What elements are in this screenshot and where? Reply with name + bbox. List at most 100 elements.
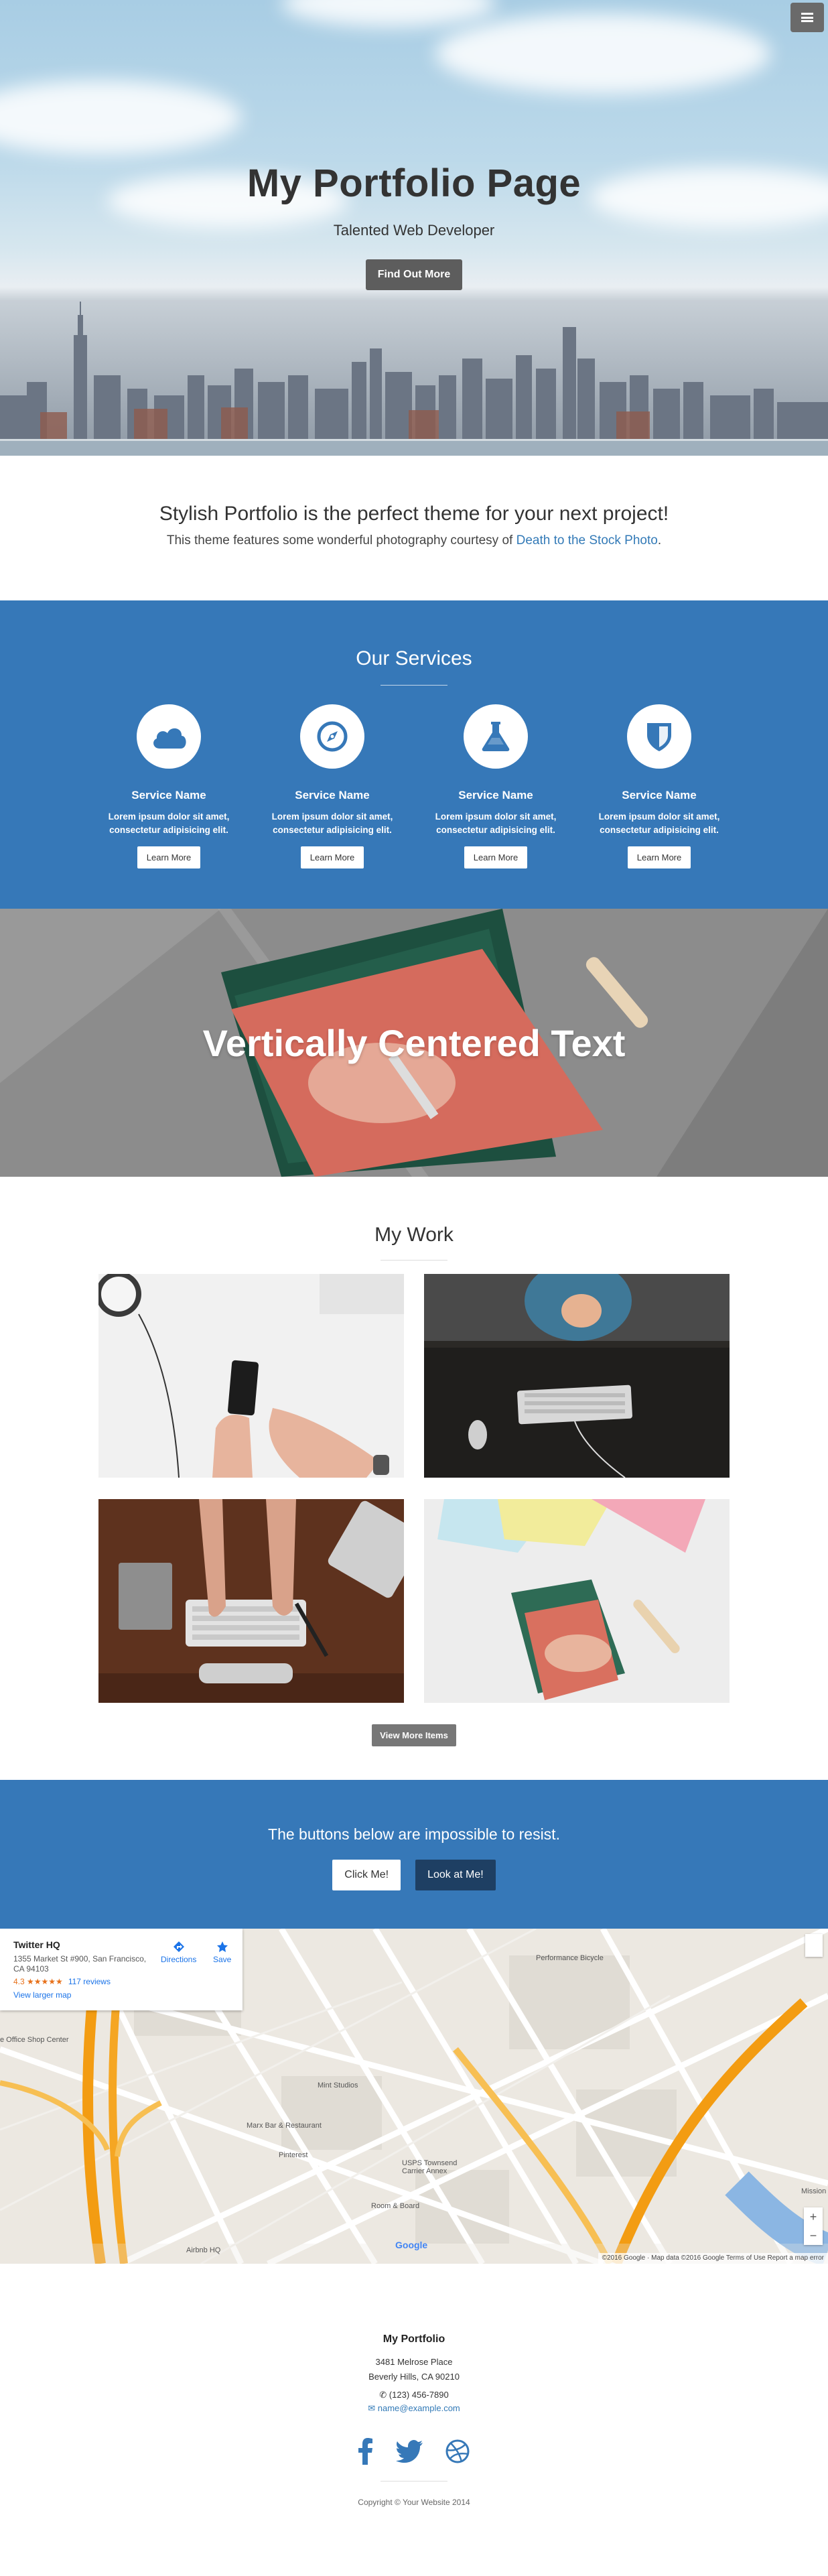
about-heading: Stylish Portfolio is the perfect theme f…: [159, 503, 669, 525]
portfolio-image-drawing: [424, 1499, 730, 1703]
hero-header: My Portfolio Page Talented Web Developer…: [0, 0, 828, 456]
callout-section: Vertically Centered Text: [0, 909, 828, 1177]
portfolio-image-keyboard: [98, 1499, 404, 1703]
service-icon-circle: [300, 704, 364, 769]
services-heading: Our Services: [356, 647, 472, 669]
service-description-line: consectetur adipisicing elit.: [600, 825, 719, 835]
city-skyline-image: [0, 302, 828, 456]
service-description: Lorem ipsum dolor sit amet, consectetur a…: [414, 810, 577, 837]
service-icon-circle: [627, 704, 691, 769]
services-row: Service Name Lorem ipsum dolor sit amet,…: [0, 704, 828, 868]
footer: My Portfolio 3481 Melrose Place Beverly …: [0, 2264, 828, 2576]
copyright: Copyright © Your Website 2014: [358, 2498, 470, 2507]
map-place-label[interactable]: e Office Shop Center: [0, 2036, 69, 2044]
map-attribution[interactable]: ©2016 Google · Map data ©2016 Google Ter…: [598, 2253, 828, 2264]
footer-phone: ✆ (123) 456-7890: [0, 2390, 828, 2400]
place-rating: 4.3 ★★★★★ 117 reviews: [13, 1977, 229, 1986]
service-description: Lorem ipsum dolor sit amet, consectetur a…: [251, 810, 414, 837]
callout-text: Vertically Centered Text: [202, 1021, 626, 1064]
social-links: [0, 2438, 828, 2465]
twitter-icon[interactable]: [396, 2440, 423, 2463]
envelope-icon: ✉: [368, 2403, 378, 2413]
facebook-icon[interactable]: [358, 2438, 373, 2465]
portfolio-item[interactable]: [98, 1499, 404, 1703]
save-label: Save: [213, 1955, 232, 1964]
footer-address: 3481 Melrose Place Beverly Hills, CA 902…: [0, 2355, 828, 2384]
google-logo: Google: [395, 2240, 428, 2250]
stock-photo-link[interactable]: Death to the Stock Photo: [516, 533, 658, 548]
map-place-label[interactable]: Pinterest: [279, 2151, 307, 2159]
service-icon-circle: [137, 704, 201, 769]
service-name: Service Name: [131, 789, 206, 801]
footer-title: My Portfolio: [383, 2333, 445, 2345]
service-description-line: Lorem ipsum dolor sit amet,: [108, 812, 230, 822]
find-out-more-button[interactable]: Find Out More: [365, 259, 463, 290]
directions-button[interactable]: Directions: [161, 1941, 196, 1964]
zoom-out-button[interactable]: −: [804, 2226, 823, 2245]
map-place-label[interactable]: Room & Board: [371, 2202, 419, 2210]
hero-cloud: [281, 0, 496, 27]
service-name: Service Name: [458, 789, 533, 801]
street-view-pegman-icon[interactable]: [805, 1934, 823, 1957]
page-title: My Portfolio Page: [247, 162, 581, 205]
place-card: Twitter HQ 1355 Market St #900, San Fran…: [0, 1929, 243, 2010]
place-address: 1355 Market St #900, San Francisco, CA 9…: [13, 1954, 147, 1974]
hero-subtitle: Talented Web Developer: [333, 222, 495, 239]
reviews-link[interactable]: 117 reviews: [68, 1977, 111, 1986]
portfolio-item[interactable]: [98, 1274, 404, 1478]
service-icon-circle: [464, 704, 528, 769]
service-item: Service Name Lorem ipsum dolor sit amet,…: [251, 704, 414, 868]
address-line: 3481 Melrose Place: [375, 2357, 453, 2367]
star-icon: [216, 1941, 228, 1952]
call-to-action-section: The buttons below are impossible to resi…: [0, 1780, 828, 1929]
click-me-button[interactable]: Click Me!: [332, 1860, 401, 1890]
map-place-label[interactable]: USPS Townsend Carrier Annex: [402, 2159, 476, 2175]
dribbble-icon[interactable]: [445, 2439, 470, 2463]
map-place-label[interactable]: Mission: [801, 2187, 826, 2195]
learn-more-button[interactable]: Learn More: [137, 846, 201, 868]
learn-more-button[interactable]: Learn More: [300, 846, 364, 868]
portfolio-image-desk: [424, 1274, 730, 1478]
view-larger-map-link[interactable]: View larger map: [13, 1990, 229, 2000]
map-zoom-controls: + −: [804, 2207, 823, 2245]
phone-number: (123) 456-7890: [389, 2390, 449, 2400]
service-name: Service Name: [622, 789, 697, 801]
portfolio-item[interactable]: [424, 1274, 730, 1478]
menu-toggle-button[interactable]: [790, 3, 824, 32]
map-place-label[interactable]: Airbnb HQ: [186, 2246, 220, 2254]
place-title: Twitter HQ: [13, 1939, 60, 1950]
map-place-label[interactable]: Performance Bicycle: [536, 1954, 604, 1962]
cloud-icon: [153, 728, 186, 749]
service-description-line: Lorem ipsum dolor sit amet,: [598, 812, 720, 822]
service-description-line: Lorem ipsum dolor sit amet,: [271, 812, 393, 822]
portfolio-item[interactable]: [424, 1499, 730, 1703]
about-text-after: .: [657, 533, 662, 548]
look-at-me-button[interactable]: Look at Me!: [415, 1860, 496, 1890]
phone-icon: ✆: [379, 2390, 389, 2400]
email-link[interactable]: name@example.com: [378, 2403, 460, 2413]
service-description: Lorem ipsum dolor sit amet, consectetur a…: [577, 810, 741, 837]
portfolio-grid: [0, 1274, 828, 1703]
hamburger-icon: [801, 13, 813, 22]
directions-icon: [173, 1941, 184, 1952]
service-description-line: Lorem ipsum dolor sit amet,: [435, 812, 557, 822]
hero-cloud: [0, 80, 241, 154]
footer-email[interactable]: ✉ name@example.com: [0, 2403, 828, 2414]
view-more-items-button[interactable]: View More Items: [372, 1724, 456, 1746]
save-button[interactable]: Save: [213, 1941, 231, 1964]
zoom-in-button[interactable]: +: [804, 2207, 823, 2226]
learn-more-button[interactable]: Learn More: [464, 846, 528, 868]
learn-more-button[interactable]: Learn More: [627, 846, 691, 868]
service-name: Service Name: [295, 789, 370, 801]
about-text: This theme features some wonderful photo…: [0, 533, 828, 548]
map-place-label[interactable]: Mint Studios: [318, 2081, 358, 2089]
divider: [381, 1260, 447, 1261]
map-place-label[interactable]: Marx Bar & Restaurant: [247, 2122, 322, 2130]
compass-icon: [317, 721, 348, 752]
cta-heading: The buttons below are impossible to resi…: [268, 1825, 560, 1843]
google-map[interactable]: Performance Bicycle Mint Studios Marx Ba…: [0, 1929, 828, 2264]
rating-stars: 4.3 ★★★★★: [13, 1977, 63, 1986]
about-text-before: This theme features some wonderful photo…: [166, 533, 516, 548]
address-line: Beverly Hills, CA 90210: [368, 2372, 460, 2382]
hero-cloud: [435, 13, 770, 94]
